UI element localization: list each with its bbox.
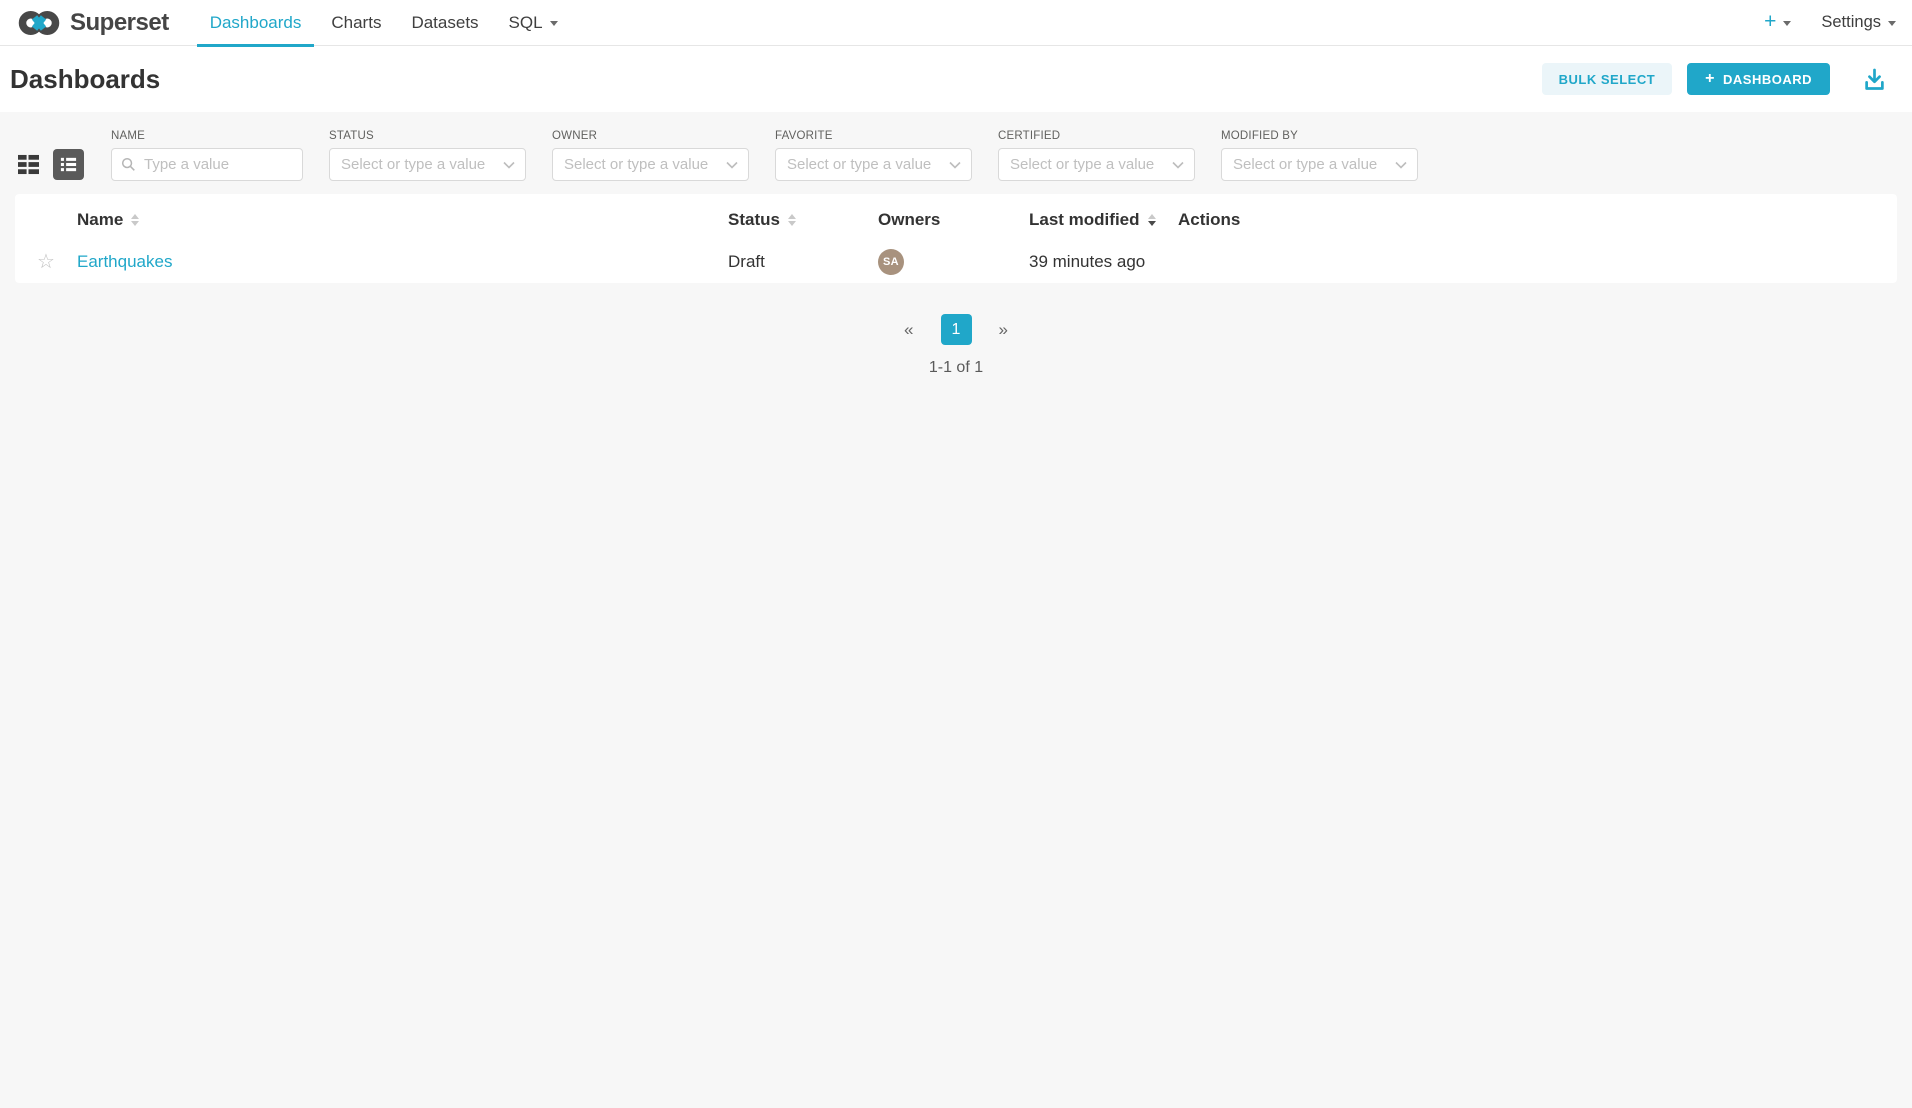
filter-label: NAME: [111, 130, 303, 142]
page-1-button[interactable]: 1: [941, 314, 972, 345]
filter-label: CERTIFIED: [998, 130, 1195, 142]
status-value: Draft: [728, 252, 765, 272]
import-dashboard-button[interactable]: [1861, 64, 1888, 94]
page-header: Dashboards BULK SELECT + DASHBOARD: [0, 46, 1912, 112]
sort-icon: [131, 214, 139, 226]
favorite-filter-select[interactable]: Select or type a value: [775, 148, 972, 181]
column-header-last-modified[interactable]: Last modified: [1029, 210, 1178, 230]
header-actions: BULK SELECT + DASHBOARD: [1542, 63, 1888, 95]
pagination: « 1 »: [0, 314, 1912, 345]
brand-name: Superset: [70, 9, 169, 37]
add-dashboard-label: DASHBOARD: [1723, 72, 1812, 87]
last-modified-value: 39 minutes ago: [1029, 252, 1145, 272]
filter-certified: CERTIFIED Select or type a value: [998, 130, 1195, 181]
select-placeholder: Select or type a value: [341, 156, 485, 173]
pagination-summary: 1-1 of 1: [0, 359, 1912, 377]
column-header-owners: Owners: [878, 210, 1029, 230]
dashboard-link[interactable]: Earthquakes: [77, 252, 172, 272]
new-item-menu[interactable]: +: [1764, 13, 1791, 32]
column-header-name[interactable]: Name: [77, 210, 728, 230]
card-view-toggle[interactable]: [15, 151, 42, 178]
settings-label: Settings: [1821, 13, 1881, 32]
select-placeholder: Select or type a value: [1010, 156, 1154, 173]
owner-filter-select[interactable]: Select or type a value: [552, 148, 749, 181]
column-label: Owners: [878, 210, 940, 230]
nav-item-datasets[interactable]: Datasets: [398, 0, 491, 46]
column-label: Last modified: [1029, 210, 1140, 230]
chevron-down-icon: [949, 161, 961, 169]
select-placeholder: Select or type a value: [564, 156, 708, 173]
chevron-down-icon: [1783, 21, 1791, 26]
column-header-actions: Actions: [1178, 210, 1897, 230]
column-header-status[interactable]: Status: [728, 210, 878, 230]
app-root: Superset Dashboards Charts Datasets SQL …: [0, 0, 1912, 377]
select-placeholder: Select or type a value: [1233, 156, 1377, 173]
chevron-down-icon: [1395, 161, 1407, 169]
bulk-select-button[interactable]: BULK SELECT: [1542, 63, 1673, 95]
sort-icon: [788, 214, 796, 226]
chevron-down-icon: [726, 161, 738, 169]
filter-owner: OWNER Select or type a value: [552, 130, 749, 181]
view-toggles: [15, 148, 84, 181]
nav-item-label: SQL: [509, 13, 543, 33]
filter-bar: NAME STATUS Select or type a value: [0, 112, 1912, 181]
filter-modified-by: MODIFIED BY Select or type a value: [1221, 130, 1418, 181]
navbar-right: + Settings: [1764, 13, 1896, 32]
select-placeholder: Select or type a value: [787, 156, 931, 173]
name-filter-input[interactable]: [111, 148, 303, 181]
card-view-icon: [17, 154, 40, 175]
filter-label: OWNER: [552, 130, 749, 142]
next-page-button[interactable]: »: [993, 319, 1014, 341]
superset-logo[interactable]: Superset: [18, 8, 169, 38]
chevron-down-icon: [503, 161, 515, 169]
dashboards-table-card: Name Status Owners Last modified Actions: [15, 194, 1897, 283]
nav-item-dashboards[interactable]: Dashboards: [197, 0, 315, 46]
settings-menu[interactable]: Settings: [1821, 13, 1896, 32]
favorite-star-icon[interactable]: ☆: [37, 252, 55, 272]
column-label: Actions: [1178, 210, 1240, 230]
superset-logo-icon: [18, 8, 60, 38]
list-view-toggle[interactable]: [53, 149, 84, 180]
add-dashboard-button[interactable]: + DASHBOARD: [1687, 63, 1830, 95]
list-view-icon: [59, 155, 78, 174]
table-row: ☆ Earthquakes Draft SA 39 minutes ago: [15, 241, 1897, 283]
modified-by-filter-select[interactable]: Select or type a value: [1221, 148, 1418, 181]
column-label: Status: [728, 210, 780, 230]
top-navbar: Superset Dashboards Charts Datasets SQL …: [0, 0, 1912, 46]
status-filter-select[interactable]: Select or type a value: [329, 148, 526, 181]
search-icon: [121, 157, 136, 172]
nav-item-sql[interactable]: SQL: [496, 0, 571, 46]
sort-desc-icon: [1148, 214, 1156, 226]
table-header-row: Name Status Owners Last modified Actions: [15, 194, 1897, 241]
filter-label: STATUS: [329, 130, 526, 142]
filter-label: FAVORITE: [775, 130, 972, 142]
filter-label: MODIFIED BY: [1221, 130, 1418, 142]
main-nav-menu: Dashboards Charts Datasets SQL: [195, 0, 573, 46]
previous-page-button[interactable]: «: [898, 319, 919, 341]
chevron-down-icon: [1172, 161, 1184, 169]
owner-avatar: SA: [878, 249, 904, 275]
filter-name: NAME: [111, 130, 303, 181]
nav-item-charts[interactable]: Charts: [318, 0, 394, 46]
chevron-down-icon: [550, 21, 558, 26]
plus-icon: +: [1764, 11, 1776, 32]
nav-item-label: Charts: [331, 13, 381, 33]
plus-icon: +: [1705, 70, 1715, 88]
nav-item-label: Dashboards: [210, 13, 302, 33]
content-area: NAME STATUS Select or type a value: [0, 112, 1912, 377]
column-label: Name: [77, 210, 123, 230]
page-title: Dashboards: [10, 64, 160, 95]
filter-favorite: FAVORITE Select or type a value: [775, 130, 972, 181]
filter-status: STATUS Select or type a value: [329, 130, 526, 181]
import-icon: [1861, 66, 1888, 93]
nav-item-label: Datasets: [411, 13, 478, 33]
certified-filter-select[interactable]: Select or type a value: [998, 148, 1195, 181]
chevron-down-icon: [1888, 21, 1896, 26]
